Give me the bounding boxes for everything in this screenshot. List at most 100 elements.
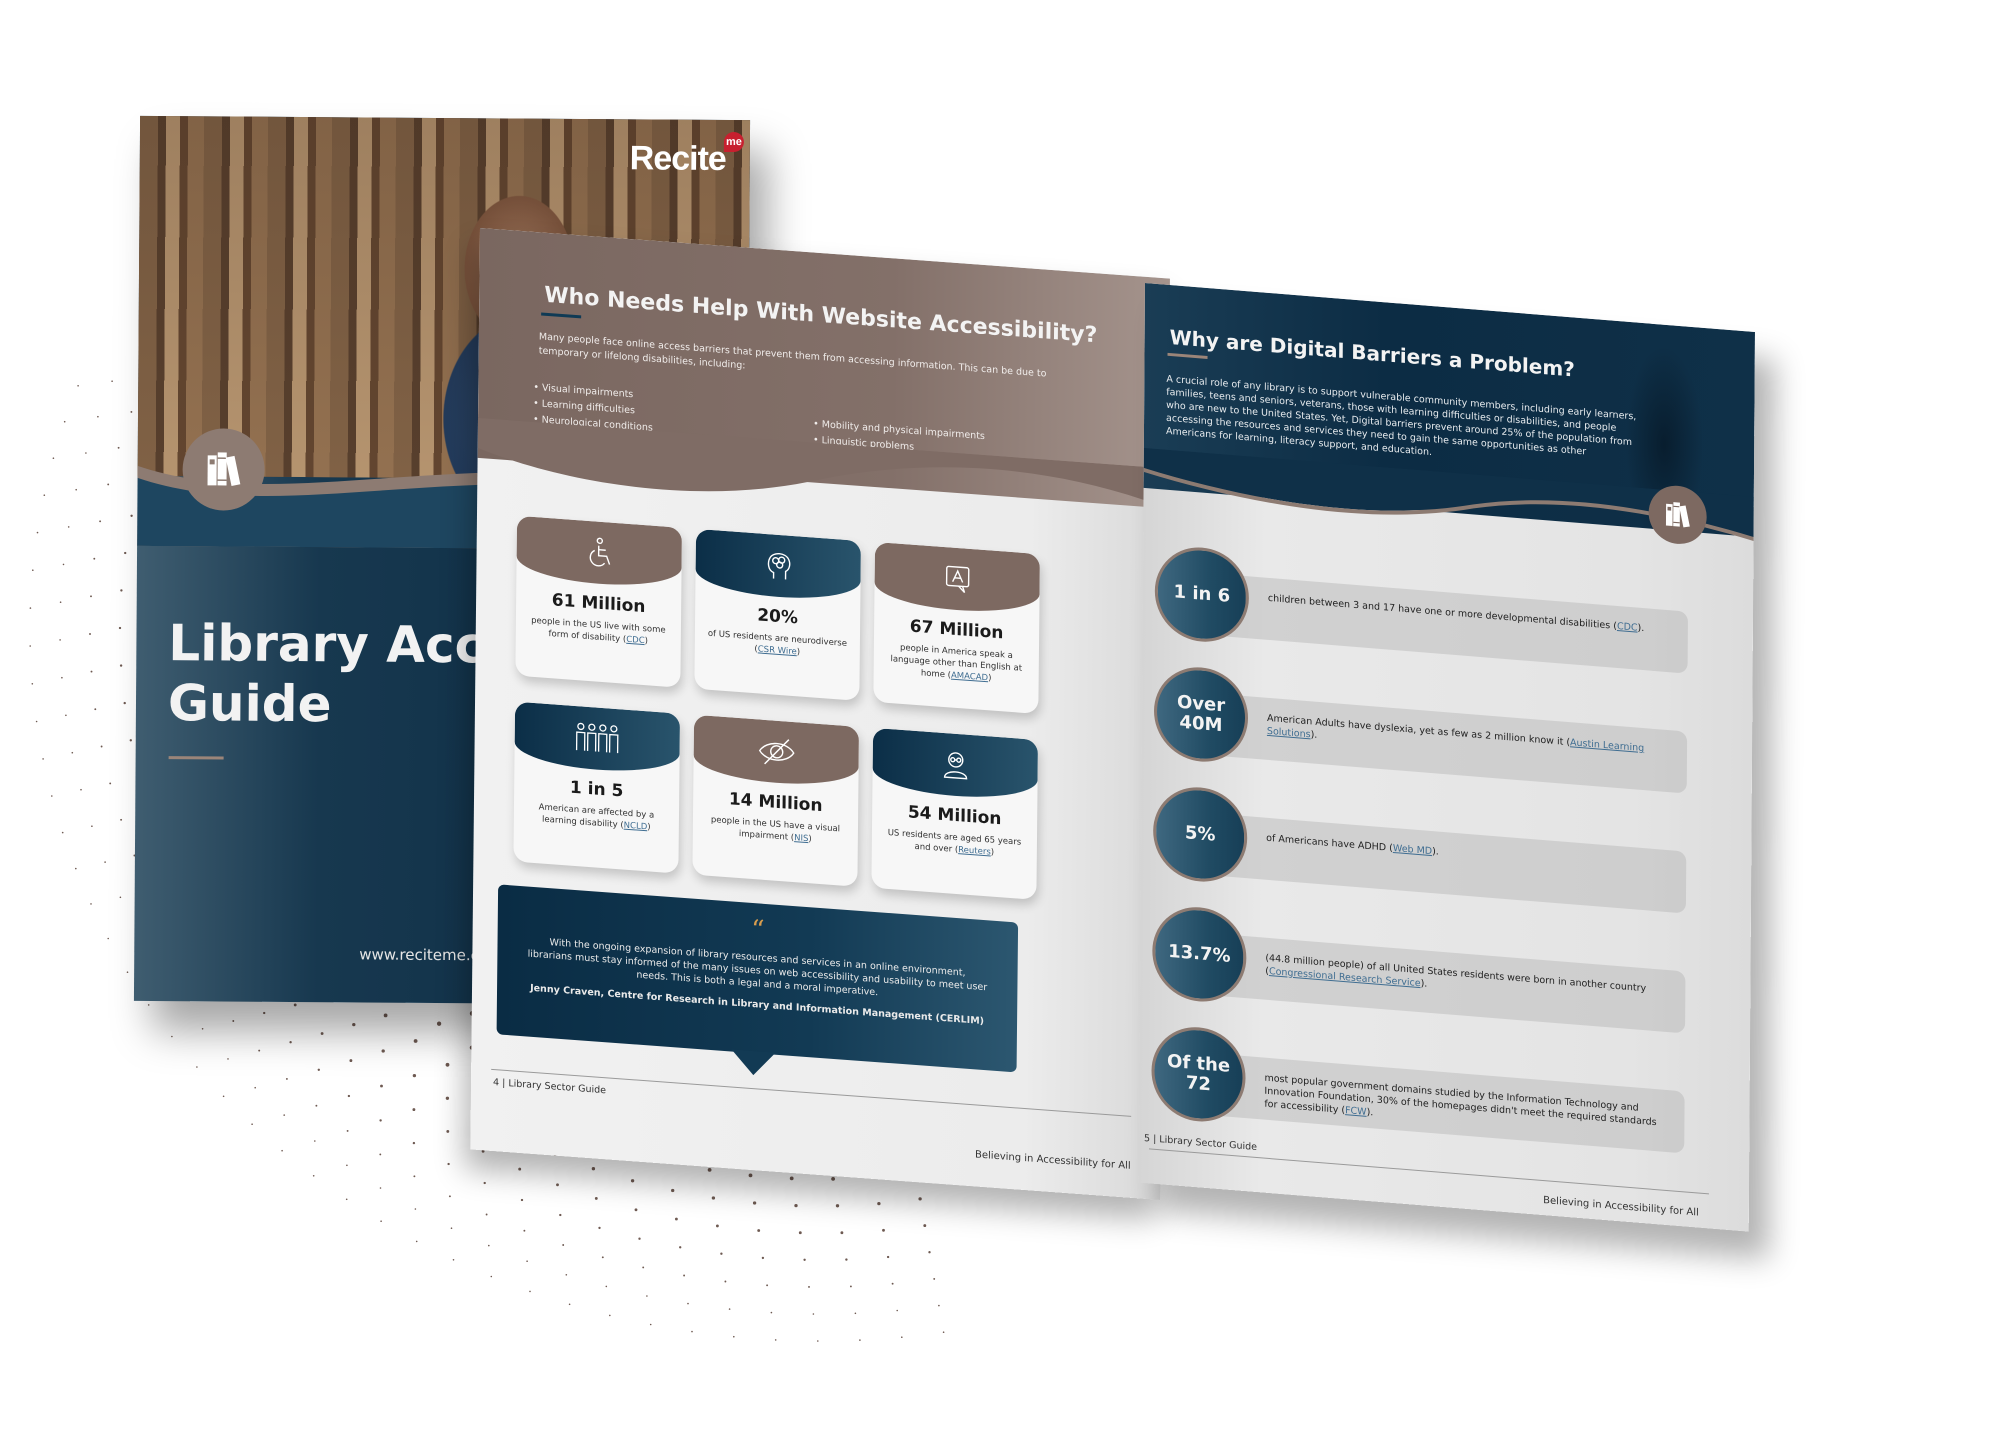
fact-text-suffix: ). bbox=[1420, 978, 1428, 990]
decorative-dot bbox=[562, 1244, 565, 1246]
decorative-dot bbox=[559, 1213, 562, 1217]
decorative-dot bbox=[724, 1280, 727, 1283]
decorative-dot bbox=[526, 1260, 528, 1262]
fact-text-suffix: ). bbox=[1637, 622, 1645, 635]
decorative-dot bbox=[720, 1252, 723, 1255]
source-link-csr-wire[interactable]: CSR Wire bbox=[758, 644, 797, 657]
decorative-dot bbox=[854, 1312, 857, 1315]
decorative-dot bbox=[891, 1282, 894, 1285]
decorative-dot bbox=[634, 1208, 638, 1212]
decorative-dot bbox=[715, 1224, 719, 1228]
decorative-dot bbox=[222, 1095, 225, 1098]
decorative-dot bbox=[933, 1277, 936, 1280]
cover-books-badge bbox=[182, 428, 265, 511]
decorative-dot bbox=[649, 1323, 652, 1326]
decorative-dot bbox=[728, 1308, 731, 1310]
decorative-dot bbox=[412, 1073, 417, 1078]
decorative-dot bbox=[691, 1330, 693, 1333]
source-link-web-md[interactable]: Web MD bbox=[1393, 843, 1432, 857]
source-link-fcw[interactable]: FCW bbox=[1345, 1105, 1367, 1118]
decorative-dot bbox=[119, 664, 123, 667]
source-link-ncld[interactable]: NCLD bbox=[624, 821, 648, 833]
source-link-amacad[interactable]: AMACAD bbox=[951, 671, 988, 684]
decorative-dot bbox=[147, 1004, 150, 1006]
decorative-dot bbox=[196, 1066, 198, 1068]
decorative-dot bbox=[896, 1309, 898, 1312]
decorative-dot bbox=[52, 457, 55, 459]
source-link-cdc[interactable]: CDC bbox=[626, 635, 645, 646]
decorative-dot bbox=[32, 569, 34, 571]
decorative-dot bbox=[91, 825, 93, 827]
decorative-dot bbox=[119, 896, 122, 899]
decorative-dot bbox=[798, 1231, 802, 1235]
decorative-dot bbox=[412, 1141, 416, 1145]
decorative-dot bbox=[107, 937, 109, 940]
decorative-dot bbox=[646, 1295, 648, 1297]
decorative-dot bbox=[446, 1129, 450, 1133]
stat-description-suffix: ) bbox=[644, 636, 649, 647]
stats-grid: 61 Million people in the US live with so… bbox=[513, 515, 1077, 903]
decorative-dot bbox=[29, 607, 32, 609]
decorative-dot bbox=[707, 1168, 712, 1172]
decorative-dot bbox=[415, 1240, 418, 1243]
decorative-dot bbox=[346, 1164, 348, 1167]
decorative-dot bbox=[36, 531, 39, 534]
decorative-dot bbox=[683, 1274, 686, 1277]
page-4-footer-page-number: 4 | Library Sector Guide bbox=[493, 1077, 607, 1097]
decorative-dot bbox=[317, 1068, 320, 1071]
stat-card-header bbox=[874, 542, 1040, 617]
decorative-dot bbox=[831, 1177, 835, 1181]
decorative-dot bbox=[679, 1246, 682, 1249]
decorative-dot bbox=[283, 1114, 286, 1116]
fact-value-circle: 1 in 6 bbox=[1154, 543, 1250, 646]
decorative-dot bbox=[601, 1256, 604, 1259]
decorative-dot bbox=[379, 1119, 382, 1122]
cover-title-underline bbox=[168, 756, 224, 760]
decorative-dot bbox=[812, 1313, 815, 1315]
decorative-dot bbox=[523, 1229, 526, 1232]
source-link-reuters[interactable]: Reuters bbox=[958, 845, 991, 857]
stat-description-suffix: ) bbox=[647, 822, 651, 833]
decorative-dot bbox=[100, 745, 103, 748]
decorative-dot bbox=[817, 1340, 819, 1342]
source-link-nis[interactable]: NIS bbox=[794, 833, 808, 844]
decorative-dot bbox=[452, 1259, 455, 1261]
brain-head-icon bbox=[767, 552, 790, 580]
decorative-dot bbox=[107, 483, 110, 486]
decorative-dot bbox=[445, 1062, 450, 1067]
logo-text: Recite bbox=[629, 139, 726, 178]
decorative-dot bbox=[201, 1028, 204, 1030]
decorative-dot bbox=[111, 380, 113, 382]
decorative-dot bbox=[381, 1049, 385, 1053]
stat-card-disability: 61 Million people in the US live with so… bbox=[515, 515, 683, 688]
decorative-dot bbox=[594, 1196, 598, 1200]
decorative-dot bbox=[859, 1339, 861, 1341]
decorative-dot bbox=[774, 1339, 777, 1341]
decorative-dot bbox=[490, 1275, 493, 1278]
decorative-dot bbox=[71, 751, 74, 754]
decorative-dot bbox=[413, 1039, 418, 1043]
decorative-dot bbox=[320, 1032, 324, 1035]
decorative-dot bbox=[67, 526, 70, 528]
decorative-dot bbox=[124, 551, 127, 555]
decorative-dot bbox=[630, 1179, 635, 1183]
decorative-dot bbox=[556, 1183, 559, 1187]
decorative-dot bbox=[94, 708, 97, 711]
decorative-dot bbox=[349, 1059, 353, 1063]
stat-description: people in the US live with some form of … bbox=[526, 614, 671, 649]
decorative-dot bbox=[251, 1123, 253, 1125]
decorative-dot bbox=[59, 639, 61, 641]
page-5-footer-tagline: Believing in Accessibility for All bbox=[1543, 1195, 1699, 1219]
decorative-dot bbox=[61, 831, 64, 834]
stat-description: American are affected by a learning disa… bbox=[524, 800, 669, 835]
decorative-dot bbox=[518, 1167, 522, 1171]
decorative-dot bbox=[609, 1314, 611, 1317]
stat-description-text: US residents are aged 65 years and over … bbox=[887, 827, 1022, 856]
source-link-cdc[interactable]: CDC bbox=[1617, 621, 1638, 634]
decorative-dot bbox=[605, 1285, 608, 1288]
decorative-dot bbox=[42, 758, 44, 760]
decorative-dot bbox=[289, 1041, 292, 1044]
decorative-dot bbox=[120, 818, 123, 821]
decorative-dot bbox=[59, 601, 62, 603]
decorative-dot bbox=[89, 633, 91, 635]
